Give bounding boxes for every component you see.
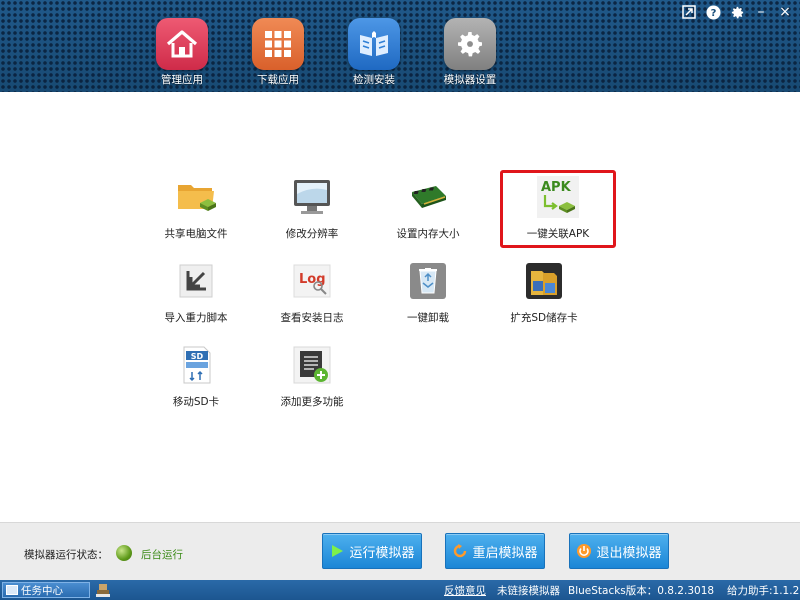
window-controls: ? – × (680, 3, 794, 21)
nav-label: 模拟器设置 (443, 74, 497, 86)
tool-change-resolution[interactable]: 修改分辨率 (254, 170, 370, 248)
nav-emulator-settings[interactable]: 模拟器设置 (422, 18, 518, 87)
help-icon-glyph: ? (710, 8, 716, 19)
import-icon (175, 260, 217, 302)
memory-icon (407, 176, 449, 218)
tool-add-more-features[interactable]: 添加更多功能 (254, 338, 370, 416)
run-emulator-button[interactable]: 运行模拟器 (322, 533, 422, 569)
tool-label: 扩充SD储存卡 (510, 312, 578, 324)
exit-emulator-label: 退出模拟器 (596, 545, 662, 561)
folder-icon (175, 176, 217, 218)
tool-import-gravity-script[interactable]: 导入重力脚本 (138, 254, 254, 332)
task-center-label: 任务中心 (21, 584, 63, 597)
tool-associate-apk[interactable]: APK 一键关联APK (500, 170, 616, 248)
refresh-icon (452, 543, 468, 559)
grid-icon (252, 18, 304, 70)
gear-icon (444, 18, 496, 70)
feedback-link[interactable]: 反馈意见 (444, 583, 486, 598)
restart-emulator-label: 重启模拟器 (472, 545, 538, 561)
apk-icon: APK (537, 176, 579, 218)
nav-label: 管理应用 (161, 74, 203, 86)
tool-label: 共享电脑文件 (164, 228, 228, 240)
header-bar: ? – × 管理应用 下载应用 检测安装 模拟器设置 (0, 0, 800, 92)
home-icon (156, 18, 208, 70)
restart-emulator-button[interactable]: 重启模拟器 (445, 533, 545, 569)
tool-one-click-uninstall[interactable]: 一键卸载 (370, 254, 486, 332)
log-icon: Log (291, 260, 333, 302)
add-feature-icon (291, 344, 333, 386)
tool-label: 一键卸载 (407, 312, 449, 324)
control-bar: 模拟器运行状态： 后台运行 运行模拟器 重启模拟器 退出模拟器 (0, 522, 800, 580)
recycle-bin-icon (407, 260, 449, 302)
restore-icon[interactable] (680, 3, 698, 21)
stamp-icon[interactable] (95, 582, 111, 598)
tool-label: 移动SD卡 (172, 396, 220, 408)
tool-label: 添加更多功能 (280, 396, 344, 408)
nav-label: 下载应用 (257, 74, 299, 86)
task-center-button[interactable]: 任务中心 (2, 582, 90, 598)
tool-set-memory-size[interactable]: 设置内存大小 (370, 170, 486, 248)
status-value: 后台运行 (141, 549, 183, 561)
tool-label: 一键关联APK (526, 228, 590, 240)
minimize-icon[interactable]: – (752, 3, 770, 21)
tool-move-sd-card[interactable]: SD 移动SD卡 (138, 338, 254, 416)
apk-icon-text: APK (541, 180, 572, 195)
exit-emulator-button[interactable]: 退出模拟器 (569, 533, 669, 569)
version-info: BlueStacks版本：0.8.2.3018 (568, 585, 715, 597)
book-icon (348, 18, 400, 70)
power-icon (576, 543, 592, 559)
status-label: 模拟器运行状态： (24, 549, 108, 561)
nav-detect-install[interactable]: 检测安装 (326, 18, 422, 87)
connection-status: 未链接模拟器 (497, 585, 560, 597)
tool-label: 设置内存大小 (396, 228, 460, 240)
tool-label: 查看安装日志 (280, 312, 344, 324)
help-icon[interactable]: ? (704, 3, 722, 21)
close-icon[interactable]: × (776, 3, 794, 21)
settings-gear-icon[interactable] (728, 3, 746, 21)
tool-label: 导入重力脚本 (164, 312, 228, 324)
monitor-icon (291, 176, 333, 218)
sd-expand-icon (523, 260, 565, 302)
tool-view-install-log[interactable]: Log 查看安装日志 (254, 254, 370, 332)
nav-manage-apps[interactable]: 管理应用 (134, 18, 230, 87)
sd-move-icon-text: SD (191, 352, 204, 361)
main-nav: 管理应用 下载应用 检测安装 模拟器设置 (134, 18, 518, 87)
run-emulator-label: 运行模拟器 (349, 545, 415, 561)
tool-share-pc-files[interactable]: 共享电脑文件 (138, 170, 254, 248)
nav-download-apps[interactable]: 下载应用 (230, 18, 326, 87)
tool-expand-sd-storage[interactable]: 扩充SD储存卡 (486, 254, 602, 332)
tool-label: 修改分辨率 (285, 228, 339, 240)
sd-move-icon: SD (175, 344, 217, 386)
helper-version: 给力助手:1.1.2 (727, 585, 800, 597)
taskbar: 任务中心 反馈意见 未链接模拟器 BlueStacks版本：0.8.2.3018… (0, 580, 800, 600)
play-icon (329, 543, 345, 559)
nav-label: 检测安装 (353, 74, 395, 86)
app-window: ? – × 管理应用 下载应用 检测安装 模拟器设置 共享电脑文件 修改分辨率 … (0, 0, 800, 600)
status-indicator-icon (116, 545, 132, 561)
window-icon (6, 585, 18, 595)
